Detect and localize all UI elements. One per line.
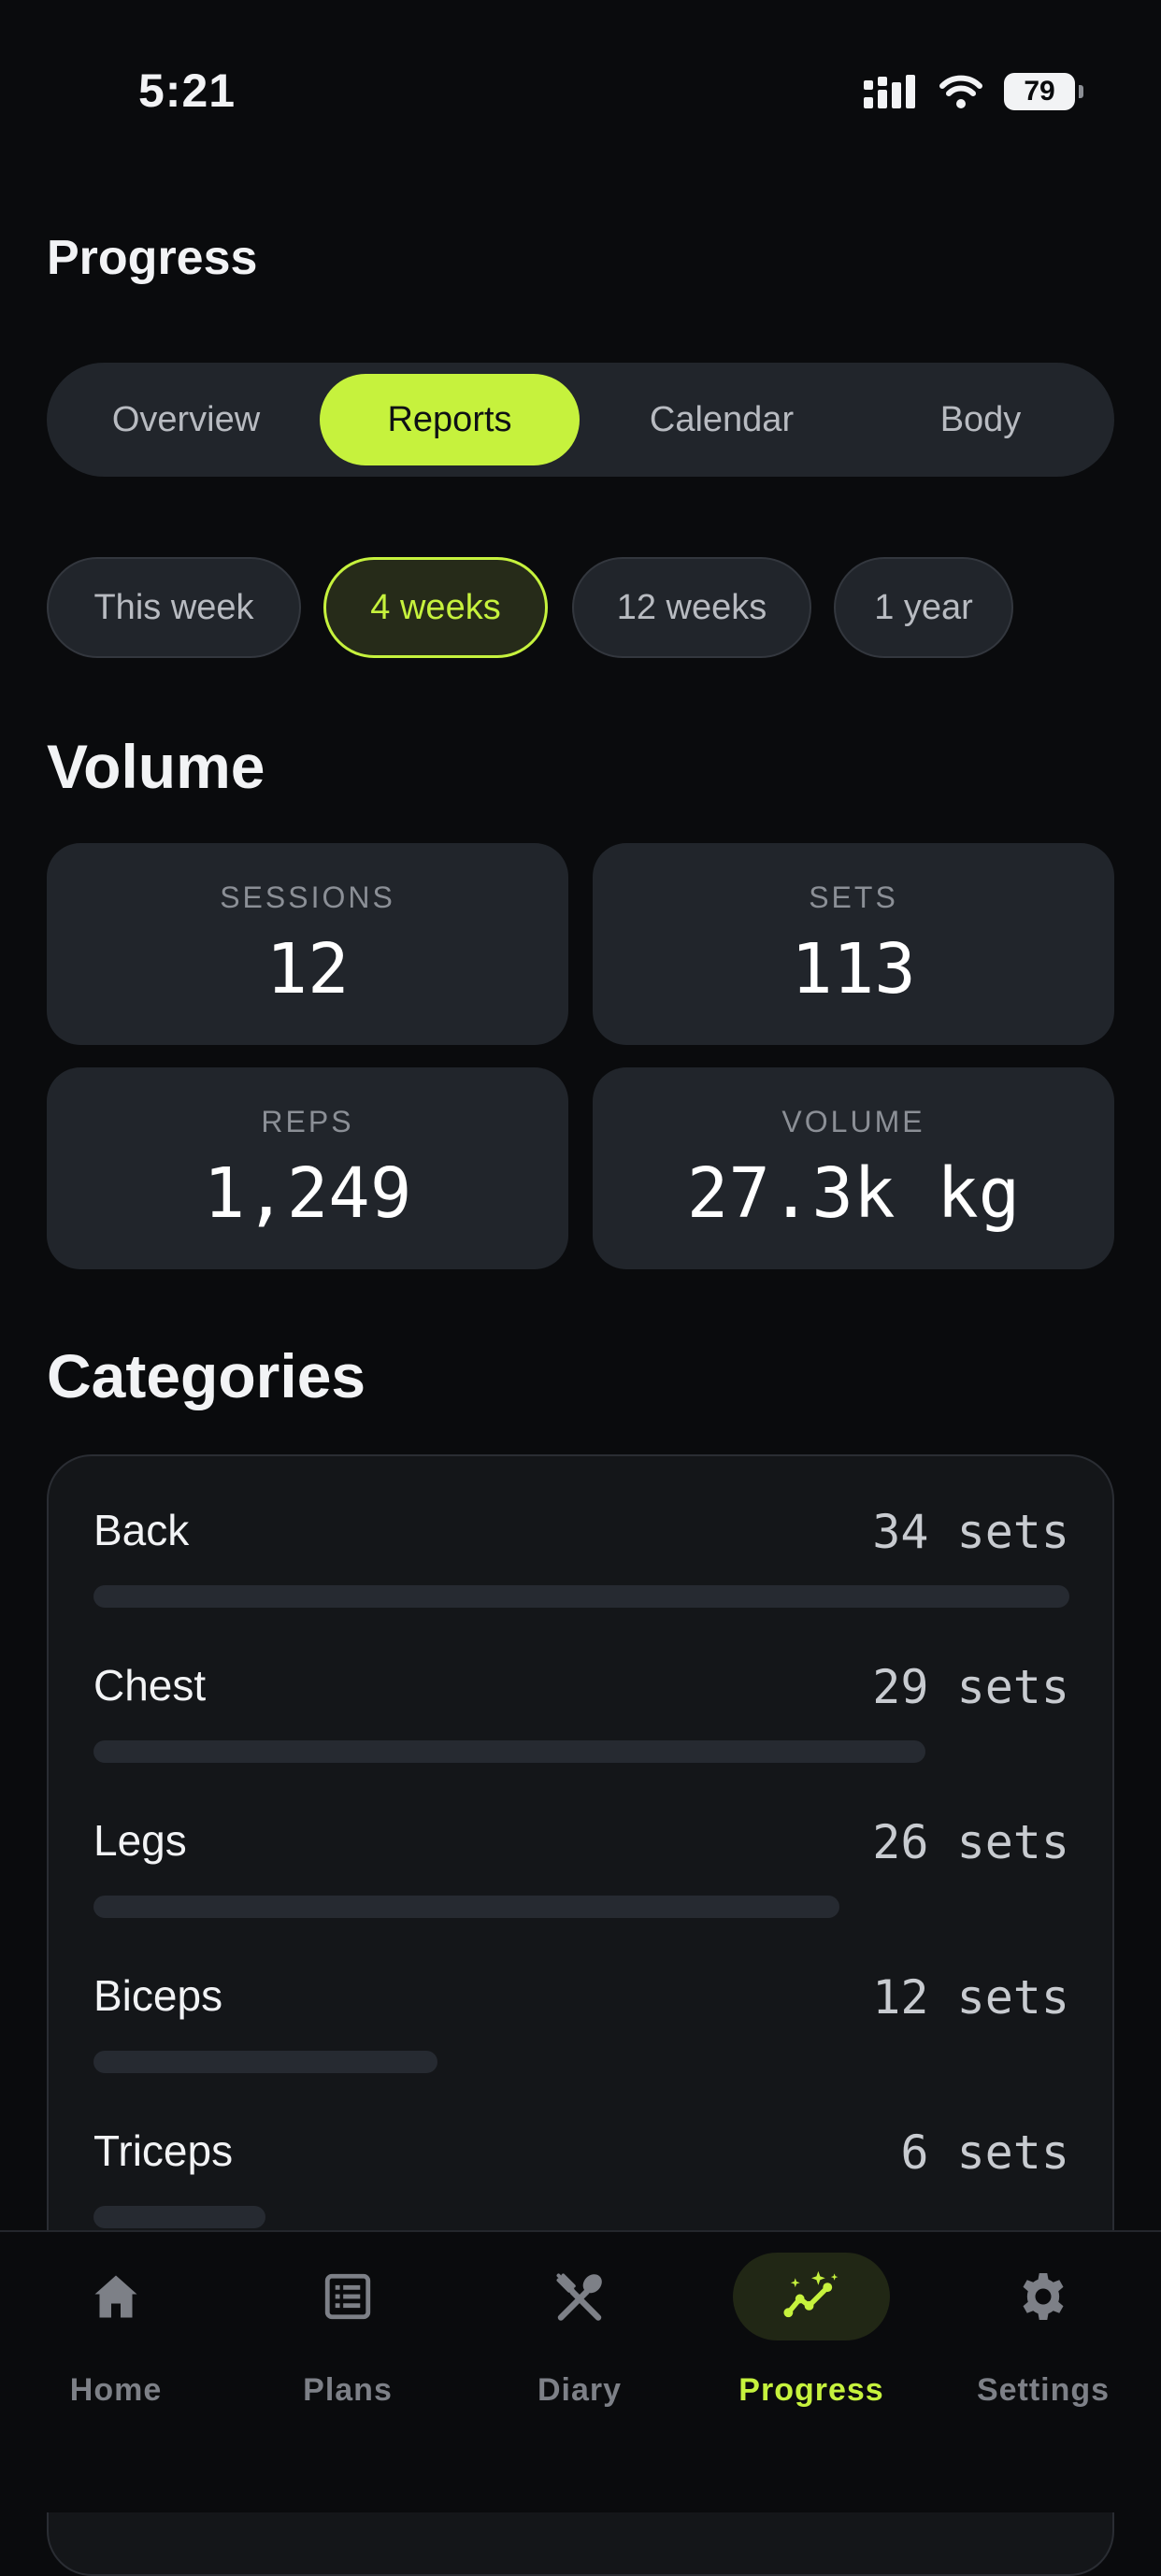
stat-value: 113 [791, 929, 916, 1009]
category-name: Back [93, 1506, 190, 1554]
battery-icon: 79 [1004, 73, 1083, 110]
category-bar [93, 1585, 1069, 1608]
category-row-legs[interactable]: Legs 26 sets [93, 1767, 1069, 1922]
range-chip-1-year[interactable]: 1 year [834, 557, 1013, 658]
range-chip-12-weeks[interactable]: 12 weeks [572, 557, 811, 658]
category-row-chest[interactable]: Chest 29 sets [93, 1611, 1069, 1767]
status-icons: 79 [864, 73, 1083, 110]
nav-diary[interactable]: Diary [464, 2232, 695, 2419]
stat-value: 27.3k kg [686, 1153, 1021, 1234]
status-bar: 5:21 79 [0, 0, 1161, 187]
stat-value: 1,249 [203, 1153, 412, 1234]
tab-calendar[interactable]: Calendar [593, 374, 851, 465]
stat-card-volume: VOLUME 27.3k kg [593, 1067, 1114, 1269]
stat-label: REPS [261, 1105, 354, 1138]
trend-sparkle-icon [781, 2268, 841, 2325]
category-name: Chest [93, 1661, 207, 1710]
category-count: 6 sets [900, 2125, 1069, 2180]
gear-icon [1015, 2268, 1071, 2325]
nav-progress[interactable]: Progress [695, 2232, 927, 2419]
nav-settings[interactable]: Settings [927, 2232, 1159, 2419]
nav-label: Home [69, 2372, 163, 2408]
home-icon [88, 2268, 144, 2325]
nav-label: Progress [738, 2372, 884, 2408]
category-name: Biceps [93, 1971, 223, 2020]
stat-value: 12 [265, 929, 350, 1009]
nav-plans[interactable]: Plans [232, 2232, 464, 2419]
categories-title: Categories [47, 1341, 366, 1410]
category-row-biceps[interactable]: Biceps 12 sets [93, 1922, 1069, 2077]
bottom-nav: Home Plans Diary Progress Settings [0, 2230, 1161, 2512]
category-row-back[interactable]: Back 34 sets [93, 1456, 1069, 1611]
stat-card-reps: REPS 1,249 [47, 1067, 568, 1269]
nav-label: Settings [976, 2372, 1111, 2408]
category-name: Triceps [93, 2126, 234, 2175]
category-bar [93, 2206, 265, 2228]
category-count: 34 sets [872, 1505, 1069, 1559]
tab-overview[interactable]: Overview [65, 374, 307, 465]
category-bar [93, 1740, 925, 1763]
category-bar [93, 2051, 437, 2073]
nav-home[interactable]: Home [0, 2232, 232, 2419]
section-tabs: Overview Reports Calendar Body [47, 363, 1114, 477]
status-time: 5:21 [138, 64, 236, 117]
range-chip-this-week[interactable]: This week [47, 557, 301, 658]
stat-label: VOLUME [781, 1105, 925, 1138]
category-name: Legs [93, 1816, 187, 1865]
category-row-triceps[interactable]: Triceps 6 sets [93, 2077, 1069, 2232]
wifi-icon [939, 75, 983, 108]
utensils-icon [552, 2268, 608, 2325]
category-count: 12 sets [872, 1970, 1069, 2025]
category-bar [93, 1896, 839, 1918]
nav-label: Plans [303, 2372, 393, 2408]
tab-reports[interactable]: Reports [320, 374, 580, 465]
stat-card-sessions: SESSIONS 12 [47, 843, 568, 1045]
nav-label: Diary [537, 2372, 623, 2408]
page-title: Progress [47, 231, 258, 285]
range-chip-4-weeks[interactable]: 4 weeks [323, 557, 548, 658]
stat-label: SETS [809, 880, 898, 914]
list-icon [321, 2269, 375, 2324]
stat-card-sets: SETS 113 [593, 843, 1114, 1045]
volume-title: Volume [47, 732, 265, 801]
category-count: 26 sets [872, 1815, 1069, 1869]
tab-body[interactable]: Body [864, 374, 1097, 465]
cellular-signal-icon [864, 75, 918, 108]
category-count: 29 sets [872, 1660, 1069, 1714]
stat-label: SESSIONS [220, 880, 395, 914]
